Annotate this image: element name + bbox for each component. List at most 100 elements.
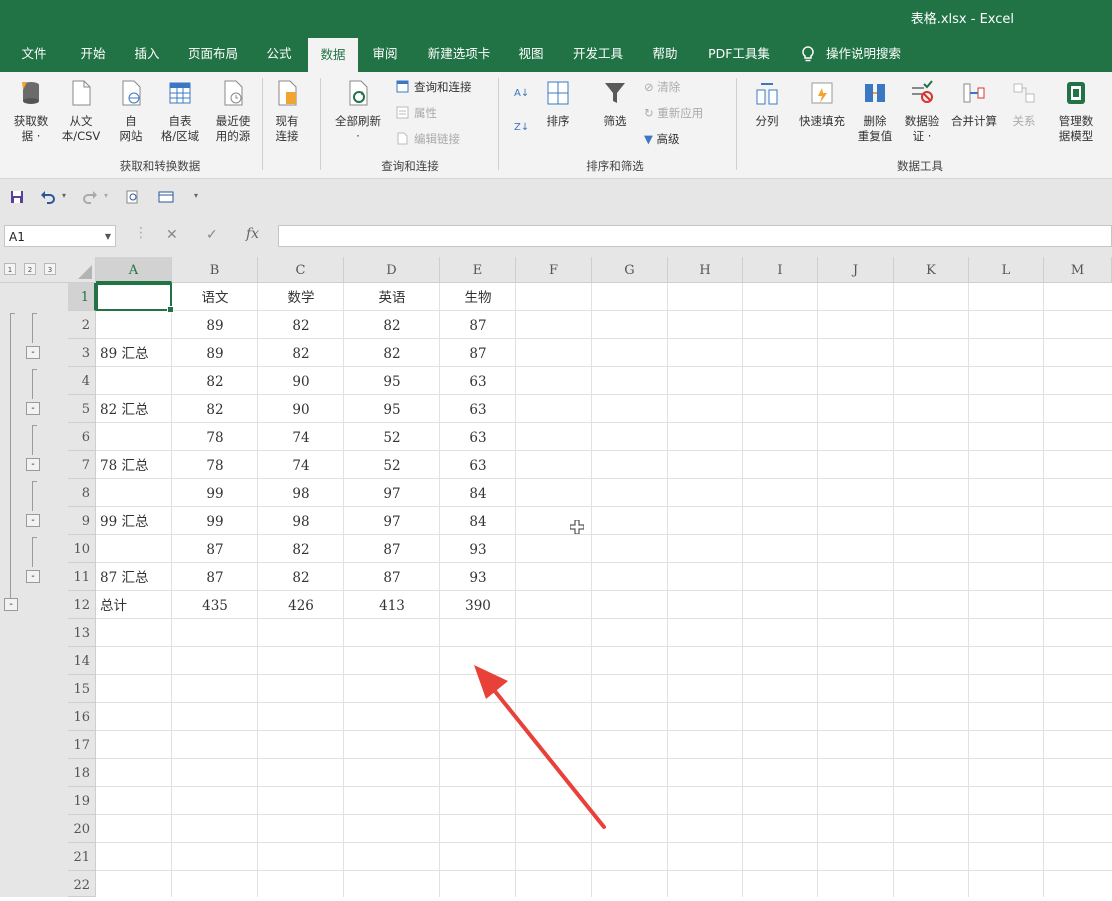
cell-e12[interactable]: 390 [440,592,516,620]
refresh-all-button[interactable]: 全部刷新 · [328,80,388,144]
row-header[interactable]: 17 [68,731,96,759]
tab-formulas[interactable]: 公式 [256,36,302,72]
from-web-button[interactable]: 自网站 [112,80,150,144]
cell-e5[interactable]: 63 [440,396,516,424]
advanced-filter-button[interactable]: ▼ 高级 [644,131,680,147]
cell-c12[interactable]: 426 [258,592,344,620]
column-header-h[interactable]: H [668,257,743,283]
cell-c3[interactable]: 82 [258,340,344,368]
cell-c7[interactable]: 74 [258,452,344,480]
cell-a10[interactable] [100,536,172,564]
name-box[interactable]: A1 ▼ [4,225,116,247]
cell-b5[interactable]: 82 [172,396,258,424]
row-header[interactable]: 4 [68,367,96,395]
tab-page-layout[interactable]: 页面布局 [178,36,248,72]
reapply-button[interactable]: ↻ 重新应用 [644,105,703,121]
tab-home[interactable]: 开始 [70,36,116,72]
collapse-button[interactable]: - [26,346,40,359]
customize-qat-dropdown-icon[interactable]: ▾ [194,191,198,200]
cell-a9[interactable]: 99 汇总 [100,508,172,536]
tab-new[interactable]: 新建选项卡 [416,36,502,72]
cell-b9[interactable]: 99 [172,508,258,536]
active-cell-a1[interactable] [96,283,174,313]
cell-a12[interactable]: 总计 [100,592,172,620]
row-header[interactable]: 14 [68,647,96,675]
cell-c11[interactable]: 82 [258,564,344,592]
row-header[interactable]: 8 [68,479,96,507]
cell-b4[interactable]: 82 [172,368,258,396]
cell-e9[interactable]: 84 [440,508,516,536]
cell-a7[interactable]: 78 汇总 [100,452,172,480]
row-header[interactable]: 11 [68,563,96,591]
column-header-c[interactable]: C [258,257,344,283]
cell-b8[interactable]: 99 [172,480,258,508]
cell-b12[interactable]: 435 [172,592,258,620]
cell-a11[interactable]: 87 汇总 [100,564,172,592]
cell-d8[interactable]: 97 [344,480,440,508]
tab-help[interactable]: 帮助 [642,36,688,72]
column-header-a[interactable]: A [96,257,172,283]
filter-button[interactable]: 筛选 [594,80,636,129]
column-header-l[interactable]: L [969,257,1044,283]
cell-a5[interactable]: 82 汇总 [100,396,172,424]
cell-b10[interactable]: 87 [172,536,258,564]
outline-level-3[interactable]: 3 [44,263,56,275]
cell-c4[interactable]: 90 [258,368,344,396]
tab-review[interactable]: 审阅 [362,36,408,72]
recent-sources-button[interactable]: 最近使 用的源 [208,80,258,144]
cell-b6[interactable]: 78 [172,424,258,452]
cell-d7[interactable]: 52 [344,452,440,480]
flash-fill-button[interactable]: 快速填充 [794,80,850,129]
formula-input[interactable] [278,225,1112,247]
from-text-button[interactable]: 从文 本/CSV [56,80,106,144]
fill-handle[interactable] [167,306,174,313]
row-header[interactable]: 15 [68,675,96,703]
row-header[interactable]: 18 [68,759,96,787]
cell-e8[interactable]: 84 [440,480,516,508]
tab-file[interactable]: 文件 [12,36,56,72]
cell-e1[interactable]: 生物 [440,284,516,312]
customize-view-icon[interactable] [158,190,174,204]
outline-level-2[interactable]: 2 [24,263,36,275]
cell-b3[interactable]: 89 [172,340,258,368]
print-preview-icon[interactable] [126,190,140,204]
redo-dropdown-icon[interactable]: ▾ [104,191,108,200]
properties-button[interactable]: 属性 [414,105,437,121]
cell-b2[interactable]: 89 [172,312,258,340]
row-header[interactable]: 21 [68,843,96,871]
select-all-button[interactable] [68,257,96,283]
cell-e11[interactable]: 93 [440,564,516,592]
cell-c1[interactable]: 数学 [258,284,344,312]
cell-b7[interactable]: 78 [172,452,258,480]
existing-connections-button[interactable]: 现有 连接 [266,80,308,144]
cell-a3[interactable]: 89 汇总 [100,340,172,368]
cell-b1[interactable]: 语文 [172,284,258,312]
queries-connections-button[interactable]: 查询和连接 [414,79,472,95]
cell-a2[interactable] [100,312,172,340]
cell-a4[interactable] [100,368,172,396]
cell-d12[interactable]: 413 [344,592,440,620]
cell-d3[interactable]: 82 [344,340,440,368]
sort-desc-icon[interactable]: Z↓ [514,122,529,133]
text-to-columns-button[interactable]: 分列 [748,80,786,129]
row-header[interactable]: 3 [68,339,96,367]
row-header[interactable]: 5 [68,395,96,423]
cell-d4[interactable]: 95 [344,368,440,396]
column-header-k[interactable]: K [894,257,969,283]
row-header[interactable]: 9 [68,507,96,535]
cell-e10[interactable]: 93 [440,536,516,564]
column-header-g[interactable]: G [592,257,668,283]
manage-data-model-button[interactable]: 管理数 据模型 [1050,80,1102,144]
cell-d11[interactable]: 87 [344,564,440,592]
insert-function-icon[interactable]: fx [246,226,259,242]
cancel-icon[interactable]: ✕ [166,227,178,243]
sort-button[interactable]: 排序 [538,80,578,129]
cell-c9[interactable]: 98 [258,508,344,536]
undo-icon[interactable] [40,190,56,204]
row-header[interactable]: 7 [68,451,96,479]
cell-c8[interactable]: 98 [258,480,344,508]
column-header-j[interactable]: J [818,257,894,283]
collapse-button[interactable]: - [26,458,40,471]
row-header[interactable]: 13 [68,619,96,647]
cell-e6[interactable]: 63 [440,424,516,452]
